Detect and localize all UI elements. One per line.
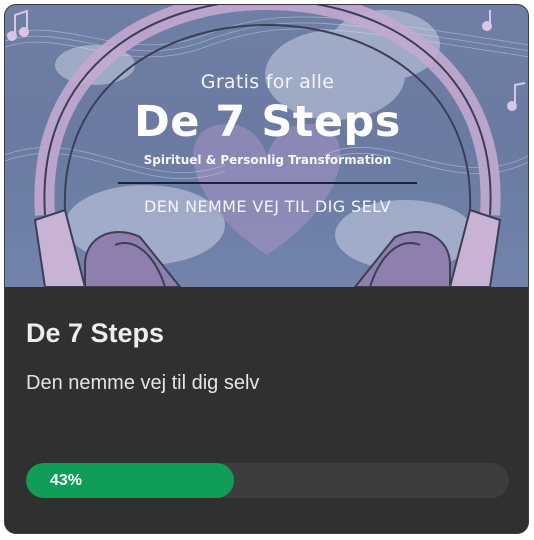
banner-tagline: DEN NEMME VEJ TIL DIG SELV <box>143 197 391 216</box>
course-title[interactable]: De 7 Steps <box>26 318 164 349</box>
banner-divider <box>118 182 417 184</box>
course-description: Den nemme vej til dig selv <box>26 372 260 394</box>
course-card[interactable]: Gratis for alle De 7 Steps Spirituel & P… <box>4 4 529 534</box>
banner-free-text: Gratis for alle <box>200 71 335 93</box>
banner-subtitle: Spirituel & Personlig Transformation <box>143 153 392 167</box>
progress-bar: 43% <box>26 463 509 498</box>
banner-title: De 7 Steps <box>134 97 401 147</box>
course-banner-image[interactable]: Gratis for alle De 7 Steps Spirituel & P… <box>5 5 528 287</box>
progress-percent-label: 43% <box>50 472 83 489</box>
